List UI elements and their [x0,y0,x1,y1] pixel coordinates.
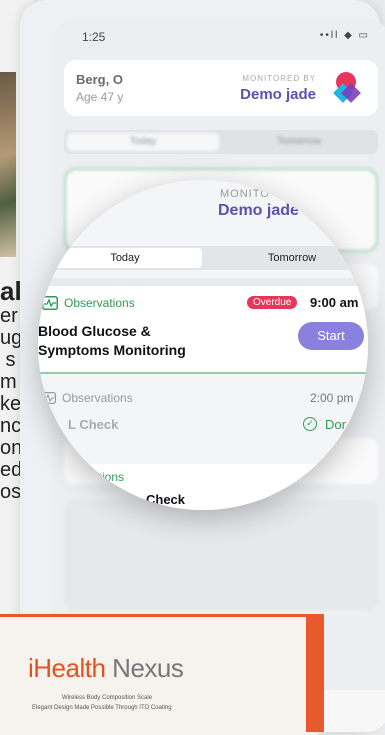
lens-tab-tomorrow[interactable]: Tomorrow [212,248,368,268]
task-card-check[interactable]: Observations 2:00 pm L Check ✓ Dor [38,380,368,442]
magnifier-lens: MONITO Demo jade Today Tomorrow Observat… [38,180,368,510]
product-tagline-secondary: Elegant Design Made Possible Through ITO… [32,705,172,711]
tab-today[interactable]: Today [67,133,219,151]
day-tabs: Today Tomorrow [64,130,378,154]
brand-name: iHealth [28,653,106,683]
background-text-fragment: al er ug s m ke nc on ed os [0,280,20,503]
background-photo [0,72,16,257]
task-card-blood-glucose[interactable]: Observations Overdue 9:00 am Blood Gluco… [38,286,368,374]
done-check-icon: ✓ [303,417,317,431]
patient-age: Age 47 y [76,90,124,104]
monitored-by-label: MONITORED BY [242,74,316,83]
done-label: Dor [325,417,346,432]
task-time: 2:00 pm [310,391,354,405]
product-box-edge [306,614,324,732]
status-time: 1:25 [82,30,106,44]
lens-monitored-by-label: MONITO [220,188,270,200]
task-category: Observations [62,391,133,405]
product-box: iHealth Nexus Wireless Body Composition … [0,614,318,735]
task-title: Check [146,492,186,507]
monitor-name: Demo jade [240,86,316,103]
patient-header-card: Berg, O Age 47 y MONITORED BY Demo jade [64,60,378,116]
patient-name: Berg, O [76,72,123,87]
model-name: Nexus [112,653,184,683]
task-time: 9:00 am [310,295,359,310]
tab-tomorrow[interactable]: Tomorrow [223,133,375,151]
start-button[interactable]: Start [298,322,364,350]
status-icons: ••ll ◆ ▭ [319,30,370,41]
observations-icon [42,296,58,310]
lens-day-tabs: Today Tomorrow [44,246,368,270]
product-brand: iHealth Nexus [28,653,184,684]
overdue-badge: Overdue [247,296,298,309]
task-title: Blood Glucose & Symptoms Monitoring [38,323,186,358]
lens-tab-today[interactable]: Today [48,248,202,268]
list-background [64,500,378,610]
task-category: vations [86,470,125,484]
task-category: Observations [64,296,135,310]
app-logo-icon [333,72,361,103]
observations-icon [42,392,56,404]
product-tagline: Wireless Body Composition Scale [62,695,153,701]
task-card-partial[interactable]: vations Check [38,464,368,510]
lens-monitor-name: Demo jade [218,202,299,219]
task-title: L Check [68,417,119,432]
